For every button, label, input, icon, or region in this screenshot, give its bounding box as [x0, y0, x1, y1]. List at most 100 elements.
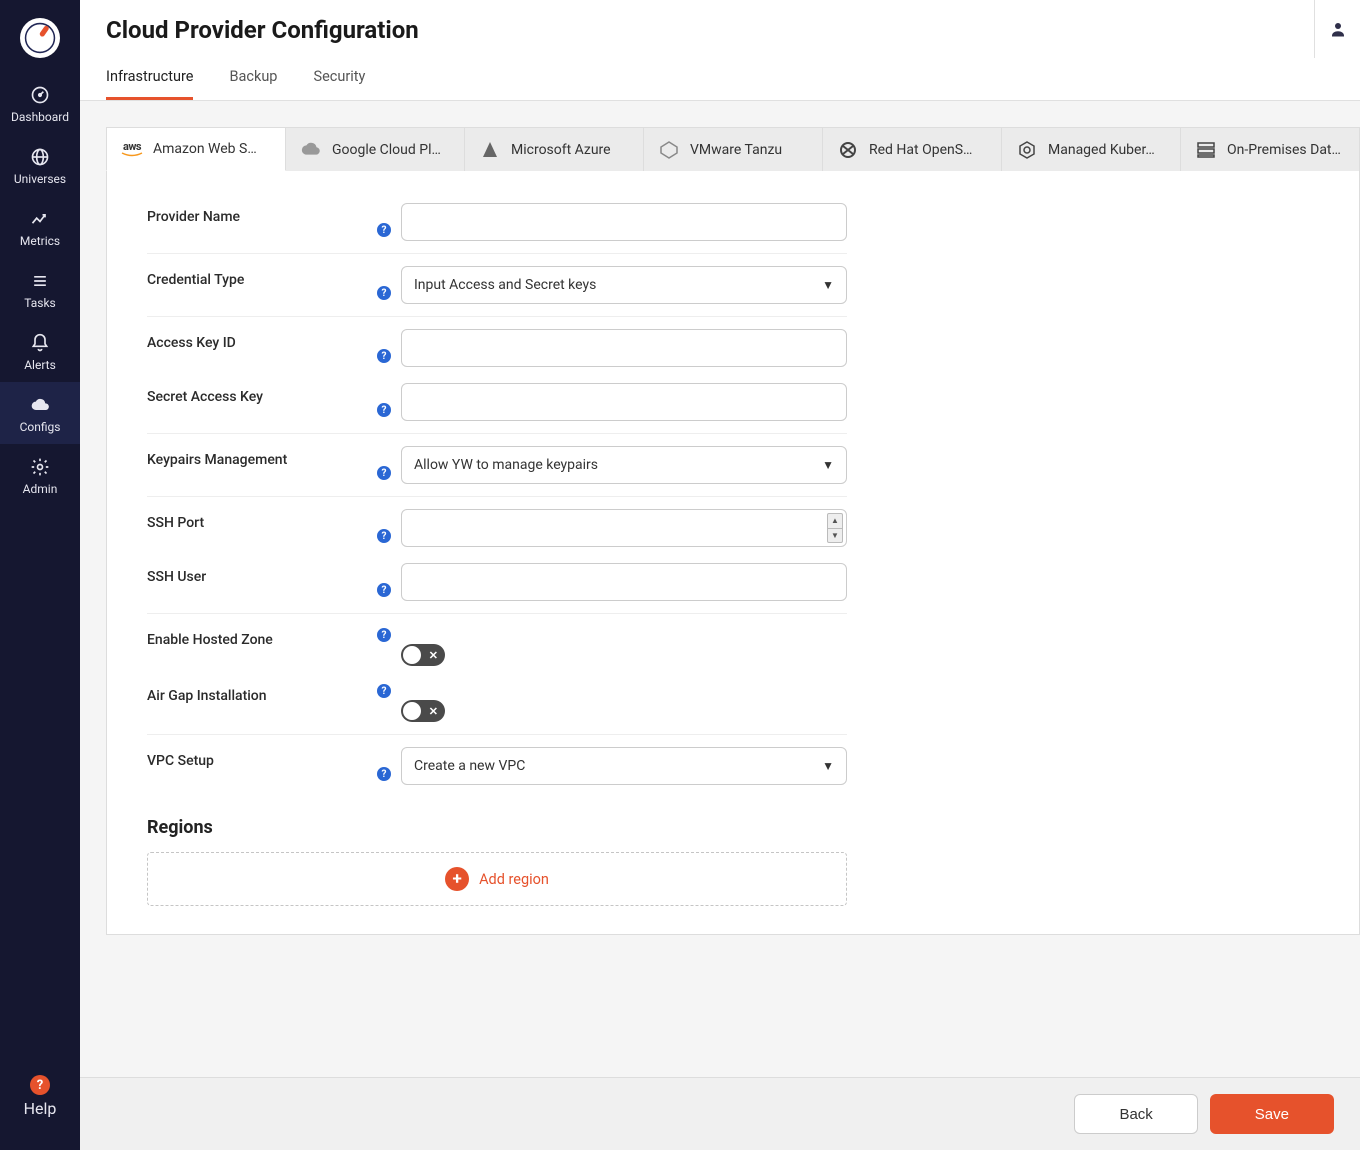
select-value: Allow YW to manage keypairs: [414, 457, 598, 473]
regions-title: Regions: [147, 817, 847, 838]
airgap-toggle[interactable]: ✕: [401, 700, 445, 722]
keypairs-select[interactable]: Allow YW to manage keypairs ▼: [401, 446, 847, 484]
provider-tab-vmware[interactable]: VMware Tanzu: [644, 127, 823, 171]
select-value: Input Access and Secret keys: [414, 277, 596, 293]
sidebar: Dashboard Universes Metrics Tasks Alerts…: [0, 0, 80, 1150]
sidebar-item-admin[interactable]: Admin: [0, 444, 80, 506]
provider-tab-label: On-Premises Dat…: [1227, 142, 1341, 158]
user-menu[interactable]: [1314, 0, 1360, 58]
number-stepper[interactable]: ▲▼: [827, 513, 843, 543]
help-icon[interactable]: ?: [377, 403, 391, 417]
label-credential-type: Credential Type: [147, 266, 377, 288]
hosted-zone-toggle[interactable]: ✕: [401, 644, 445, 666]
sidebar-item-universes[interactable]: Universes: [0, 134, 80, 196]
provider-tabs: aws Amazon Web S… Google Cloud Pl… Micro…: [106, 127, 1360, 171]
chevron-down-icon: ▼: [822, 759, 834, 773]
label-hosted-zone: Enable Hosted Zone: [147, 626, 377, 648]
sidebar-item-metrics[interactable]: Metrics: [0, 196, 80, 258]
provider-tab-gcp[interactable]: Google Cloud Pl…: [286, 127, 465, 171]
bell-icon: [29, 332, 51, 354]
help-icon[interactable]: ?: [377, 684, 391, 698]
form-footer: Back Save: [80, 1077, 1360, 1150]
label-keypairs: Keypairs Management: [147, 446, 377, 468]
save-button[interactable]: Save: [1210, 1094, 1334, 1134]
ssh-port-input[interactable]: [401, 509, 847, 547]
close-icon: ✕: [429, 649, 438, 662]
provider-tab-openshift[interactable]: Red Hat OpenS…: [823, 127, 1002, 171]
help-icon[interactable]: ?: [377, 223, 391, 237]
close-icon: ✕: [429, 705, 438, 718]
provider-tab-label: Amazon Web S…: [153, 141, 257, 157]
help-icon[interactable]: ?: [377, 466, 391, 480]
plus-icon: +: [445, 867, 469, 891]
sidebar-item-label: Tasks: [24, 296, 56, 310]
tab-security[interactable]: Security: [313, 58, 365, 100]
globe-icon: [29, 146, 51, 168]
provider-tab-label: Microsoft Azure: [511, 142, 611, 158]
app-logo: [20, 18, 60, 58]
sidebar-item-label: Admin: [23, 482, 58, 496]
secret-access-key-input[interactable]: [401, 383, 847, 421]
help-icon[interactable]: ?: [377, 628, 391, 642]
label-ssh-user: SSH User: [147, 563, 377, 585]
provider-tab-label: Red Hat OpenS…: [869, 142, 972, 158]
provider-tab-kubernetes[interactable]: Managed Kuber…: [1002, 127, 1181, 171]
gear-icon: [29, 456, 51, 478]
select-value: Create a new VPC: [414, 758, 525, 774]
tab-infrastructure[interactable]: Infrastructure: [106, 58, 193, 100]
sidebar-item-alerts[interactable]: Alerts: [0, 320, 80, 382]
chevron-down-icon: ▼: [822, 458, 834, 472]
page-title: Cloud Provider Configuration: [106, 16, 1288, 44]
sidebar-item-label: Alerts: [24, 358, 56, 372]
openshift-icon: [835, 140, 861, 160]
help-icon: ?: [30, 1075, 50, 1095]
metrics-icon: [29, 208, 51, 230]
tasks-icon: [29, 270, 51, 292]
provider-tab-label: Google Cloud Pl…: [332, 142, 441, 158]
label-provider-name: Provider Name: [147, 203, 377, 225]
subtabs: Infrastructure Backup Security: [80, 58, 1360, 101]
help-icon[interactable]: ?: [377, 349, 391, 363]
sidebar-item-label: Help: [24, 1099, 57, 1118]
azure-icon: [477, 140, 503, 160]
sidebar-nav: Dashboard Universes Metrics Tasks Alerts…: [0, 72, 80, 1150]
sidebar-item-tasks[interactable]: Tasks: [0, 258, 80, 320]
cloud-icon: [29, 394, 51, 416]
label-secret-access-key: Secret Access Key: [147, 383, 377, 405]
sidebar-item-configs[interactable]: Configs: [0, 382, 80, 444]
ssh-user-input[interactable]: [401, 563, 847, 601]
help-icon[interactable]: ?: [377, 286, 391, 300]
label-ssh-port: SSH Port: [147, 509, 377, 531]
add-region-label: Add region: [479, 871, 549, 888]
provider-tab-label: VMware Tanzu: [690, 142, 782, 158]
help-icon[interactable]: ?: [377, 583, 391, 597]
help-icon[interactable]: ?: [377, 767, 391, 781]
provider-name-input[interactable]: [401, 203, 847, 241]
kubernetes-icon: [1014, 140, 1040, 160]
user-icon: [1329, 20, 1347, 38]
access-key-id-input[interactable]: [401, 329, 847, 367]
provider-form: Provider Name ? Credential Type ? Input …: [147, 203, 847, 906]
tab-backup[interactable]: Backup: [229, 58, 277, 100]
vmware-icon: [656, 140, 682, 160]
provider-tab-label: Managed Kuber…: [1048, 142, 1155, 158]
label-airgap: Air Gap Installation: [147, 682, 377, 704]
aws-icon: aws: [119, 139, 145, 159]
vpc-setup-select[interactable]: Create a new VPC ▼: [401, 747, 847, 785]
sidebar-item-label: Dashboard: [11, 110, 69, 124]
label-vpc-setup: VPC Setup: [147, 747, 377, 769]
back-button[interactable]: Back: [1074, 1094, 1197, 1134]
sidebar-item-help[interactable]: ? Help: [0, 1065, 80, 1128]
provider-tab-azure[interactable]: Microsoft Azure: [465, 127, 644, 171]
credential-type-select[interactable]: Input Access and Secret keys ▼: [401, 266, 847, 304]
sidebar-item-dashboard[interactable]: Dashboard: [0, 72, 80, 134]
provider-tab-onprem[interactable]: On-Premises Dat…: [1181, 127, 1360, 171]
chevron-down-icon: ▼: [822, 278, 834, 292]
label-access-key-id: Access Key ID: [147, 329, 377, 351]
provider-tab-aws[interactable]: aws Amazon Web S…: [106, 127, 286, 171]
sidebar-item-label: Metrics: [20, 234, 60, 248]
sidebar-item-label: Configs: [20, 420, 61, 434]
add-region-button[interactable]: + Add region: [147, 852, 847, 906]
help-icon[interactable]: ?: [377, 529, 391, 543]
datacenter-icon: [1193, 140, 1219, 160]
